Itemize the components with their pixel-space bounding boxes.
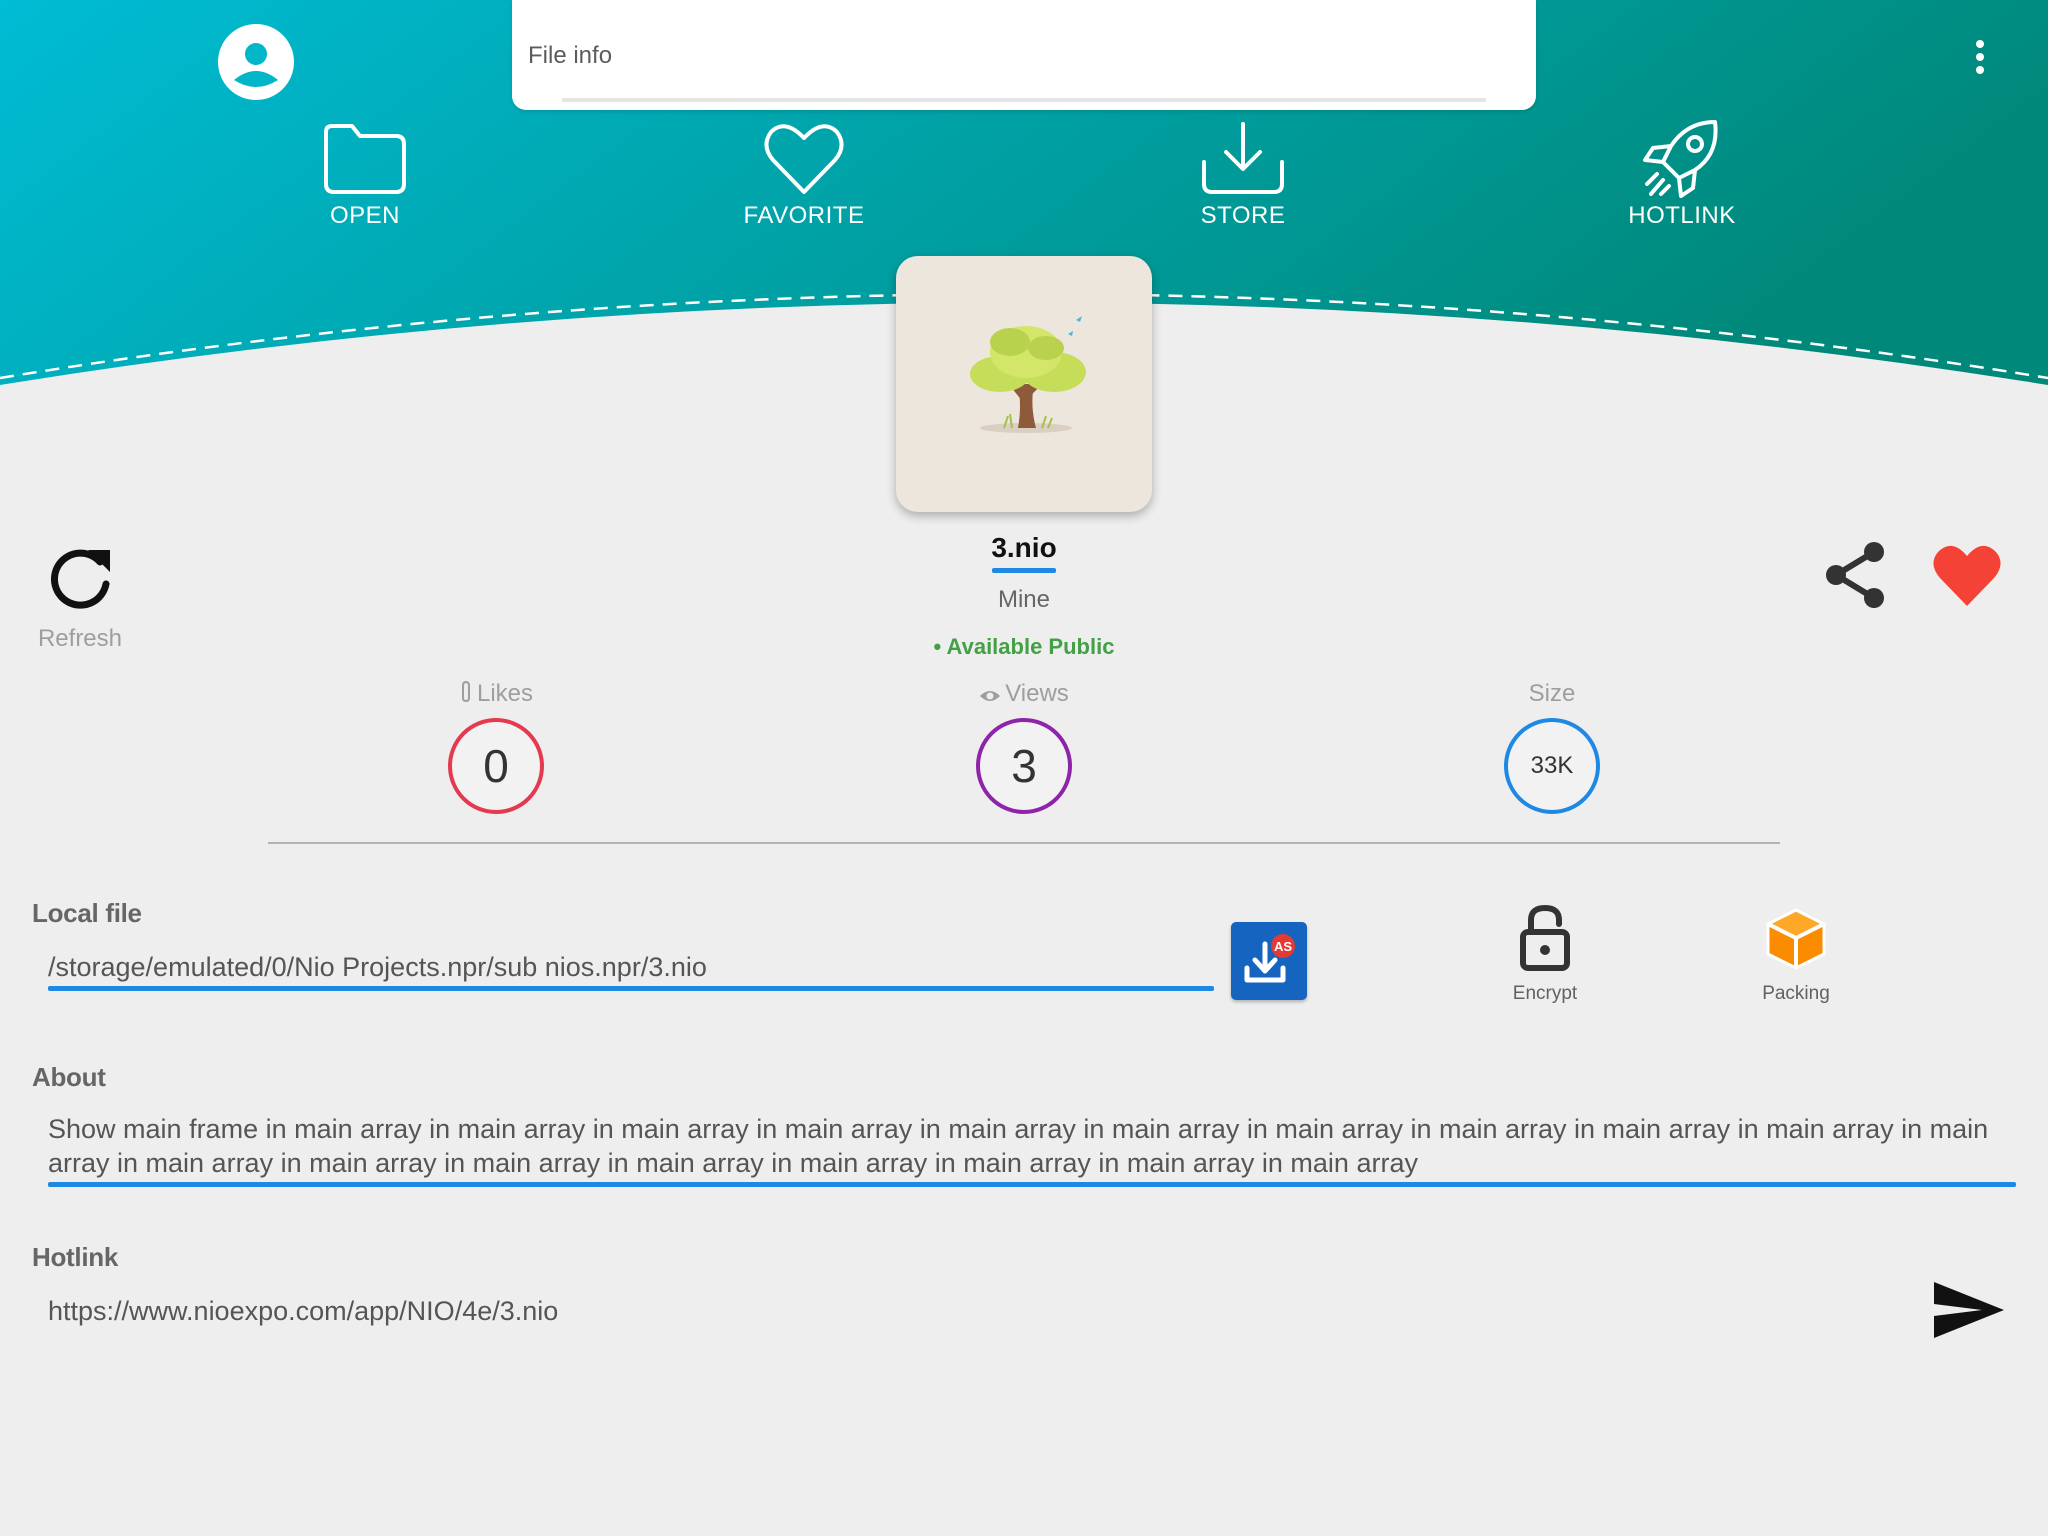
likes-count-circle: 0 [448,718,544,814]
likes-stat: Likes 0 [396,680,596,814]
size-stat: Size 33K [1452,680,1652,814]
paperclip-icon [461,680,470,703]
refresh-label: Refresh [37,625,123,652]
local-file-underline [48,986,1214,991]
about-text-field[interactable]: Show main frame in main array in main ar… [48,1112,2008,1180]
views-count-circle: 3 [976,718,1072,814]
nav-favorite-label: FAVORITE [743,202,865,229]
size-circle: 33K [1504,718,1600,814]
nav-open-button[interactable]: OPEN [245,118,485,230]
encrypt-label: Encrypt [1512,983,1578,1004]
share-button[interactable] [1822,540,1888,610]
heart-outline-icon [764,124,844,194]
nav-hotlink-label: HOTLINK [1628,202,1736,229]
availability-status: • Available Public [933,634,1115,659]
file-thumbnail[interactable] [896,256,1152,512]
about-title: About [32,1062,106,1092]
likes-count: 0 [483,740,509,792]
file-info-title-bar: File info [512,0,1536,110]
save-as-button[interactable]: AS [1231,922,1307,1000]
size-label: Size [1528,680,1576,707]
account-icon [218,24,294,100]
save-as-download-icon: AS [1244,934,1295,983]
more-vert-icon [1976,40,1984,74]
file-name: 3.nio [991,532,1057,563]
folder-icon [324,124,406,194]
likes-label: Likes [476,680,534,707]
packing-button[interactable]: Packing [1716,904,1876,1005]
likes-label-row: Likes [396,680,596,712]
eye-icon [980,691,1001,701]
favorite-toggle-button[interactable] [1930,540,2004,610]
stats-divider [268,842,1780,844]
lock-open-icon [1520,904,1570,971]
views-stat: Views 3 [924,680,1124,814]
nav-store-button[interactable]: STORE [1123,118,1363,230]
file-info-title: File info [528,42,613,69]
local-file-title: Local file [32,898,142,928]
share-icon [1826,542,1884,608]
rocket-icon [1643,120,1718,198]
encrypt-button[interactable]: Encrypt [1465,904,1625,1005]
hotlink-url[interactable]: https://www.nioexpo.com/app/NIO/4e/3.nio [48,1296,558,1327]
about-underline [48,1182,2016,1187]
packing-label: Packing [1762,983,1830,1004]
tree-image [970,316,1086,433]
title-underline [562,98,1486,102]
overflow-menu-button[interactable] [1962,36,1998,78]
nav-hotlink-button[interactable]: HOTLINK [1562,118,1802,230]
download-icon [1202,122,1284,194]
heart-filled-icon [1933,545,2001,606]
package-box-icon [1766,908,1826,970]
as-badge: AS [1274,939,1292,954]
hotlink-title: Hotlink [32,1242,119,1272]
send-hotlink-button[interactable] [1932,1278,2006,1342]
views-label: Views [1005,680,1069,707]
refresh-button[interactable]: Refresh [30,540,130,653]
views-label-row: Views [924,680,1124,712]
nav-store-label: STORE [1200,202,1286,229]
refresh-icon [50,549,110,609]
file-name-underline [992,568,1056,573]
nav-favorite-button[interactable]: FAVORITE [684,118,924,230]
account-avatar-button[interactable] [216,22,296,102]
views-count: 3 [1011,740,1037,792]
local-file-path[interactable]: /storage/emulated/0/Nio Projects.npr/sub… [48,952,707,983]
nav-open-label: OPEN [329,202,400,229]
send-icon [1934,1282,2004,1338]
file-owner: Mine [997,586,1051,613]
size-value: 33K [1530,752,1574,779]
